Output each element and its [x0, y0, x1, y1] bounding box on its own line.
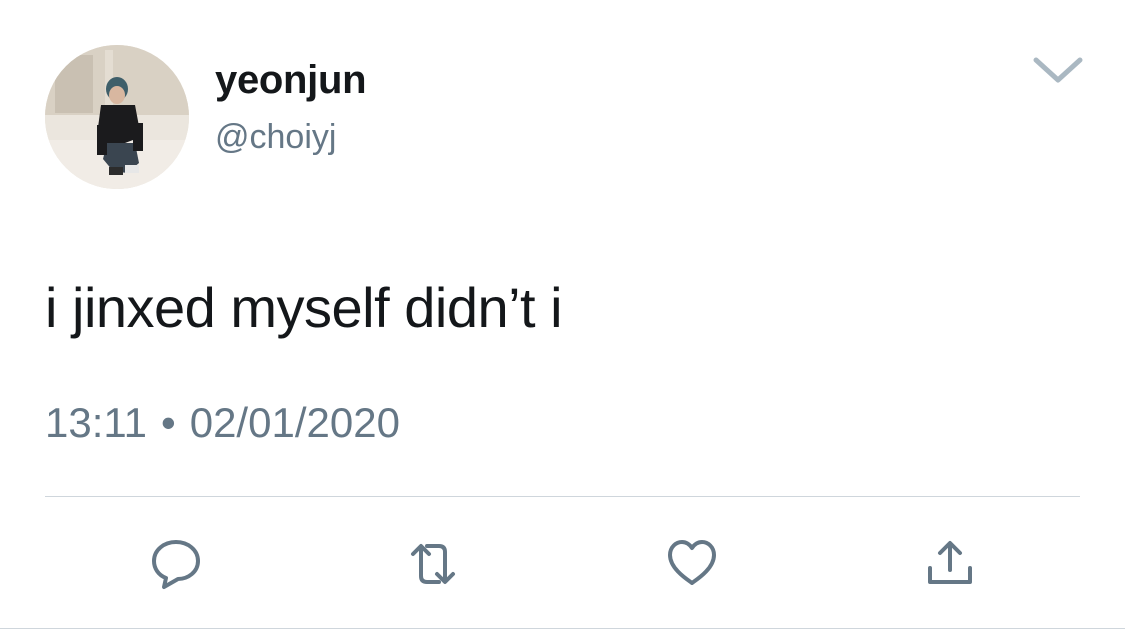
heart-icon — [668, 540, 716, 585]
reply-button[interactable] — [148, 538, 204, 590]
avatar-photo — [45, 45, 189, 189]
tweet-time: 13:11 — [45, 399, 147, 446]
bottom-divider — [0, 628, 1125, 629]
retweet-button[interactable] — [405, 538, 461, 590]
user-handle[interactable]: @choiyj — [215, 116, 336, 158]
like-button[interactable] — [664, 538, 720, 590]
avatar[interactable] — [45, 45, 189, 189]
tweet-card: yeonjun @choiyj i jinxed myself didn’t i… — [0, 0, 1125, 632]
tweet-timestamp: 13:11 • 02/01/2020 — [45, 398, 400, 448]
display-name[interactable]: yeonjun — [215, 56, 367, 104]
retweet-icon — [411, 544, 455, 584]
share-icon — [928, 541, 972, 584]
tweet-date[interactable]: 02/01/2020 — [190, 399, 400, 446]
divider — [45, 496, 1080, 497]
reply-bubble-icon — [152, 540, 200, 589]
more-options-button[interactable] — [1030, 50, 1086, 90]
share-button[interactable] — [922, 538, 978, 590]
meta-separator: • — [161, 399, 176, 446]
tweet-text: i jinxed myself didn’t i — [45, 276, 563, 339]
chevron-down-icon — [1033, 57, 1083, 83]
